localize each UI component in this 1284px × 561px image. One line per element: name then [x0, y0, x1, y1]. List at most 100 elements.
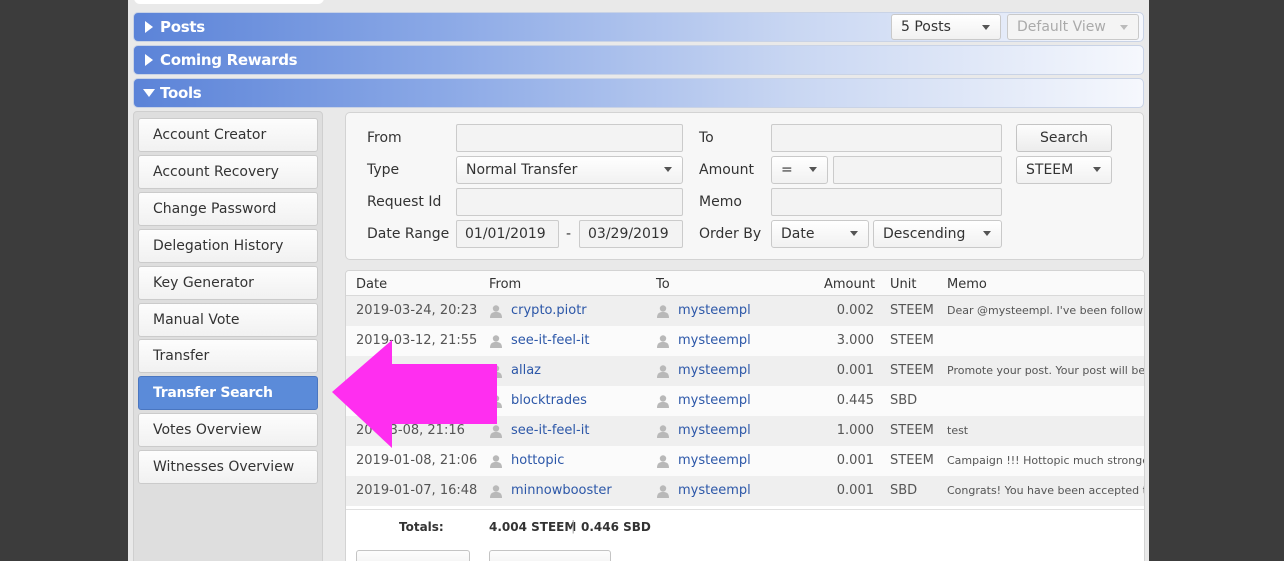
totals-row: Totals: 4.004 STEEM | 0.446 SBD — [346, 509, 1144, 545]
cell-from[interactable]: crypto.piotr — [511, 303, 587, 318]
cell-to[interactable]: mysteempl — [678, 333, 751, 348]
top-cap — [134, 0, 324, 4]
column-header-from[interactable]: From — [489, 277, 521, 292]
bottom-button-left[interactable] — [356, 550, 470, 561]
posts-count-select[interactable]: 5 Posts — [891, 14, 1001, 40]
memo-input[interactable] — [771, 188, 1002, 216]
cell-amount: 3.000 — [836, 333, 874, 348]
tools-sidebar: Account Creator Account Recovery Change … — [133, 111, 323, 561]
collapse-arrow-icon — [138, 89, 160, 97]
user-icon — [656, 304, 670, 318]
chevron-down-icon — [982, 25, 990, 30]
cell-memo: Dear @mysteempl. I've been following y — [947, 304, 1144, 317]
cell-amount: 0.002 — [836, 303, 874, 318]
cell-to[interactable]: mysteempl — [678, 483, 751, 498]
sidebar-item-account-recovery[interactable]: Account Recovery — [138, 155, 318, 189]
user-icon — [489, 304, 503, 318]
order-by-select[interactable]: Date — [771, 220, 869, 248]
sidebar-item-key-generator[interactable]: Key Generator — [138, 266, 318, 300]
view-select[interactable]: Default View — [1007, 14, 1139, 40]
posts-section-title: Posts — [160, 18, 205, 36]
from-input[interactable] — [456, 124, 683, 152]
chevron-down-icon — [1120, 25, 1128, 30]
table-row[interactable]: 2019-03-24, 20:23 crypto.piotr mysteempl 0.… — [346, 296, 1144, 326]
cell-from[interactable]: minnowbooster — [511, 483, 612, 498]
column-header-unit[interactable]: Unit — [890, 277, 916, 292]
order-by-label: Order By — [699, 226, 762, 242]
cell-amount: 0.001 — [836, 453, 874, 468]
search-button[interactable]: Search — [1016, 124, 1112, 152]
cell-memo: Campaign !!! Hottopic much stronger no — [947, 454, 1144, 467]
sidebar-item-account-creator[interactable]: Account Creator — [138, 118, 318, 152]
totals-separator: | — [571, 519, 576, 534]
type-select[interactable]: Normal Transfer — [456, 156, 683, 184]
totals-label: Totals: — [399, 520, 444, 534]
chevron-down-icon — [983, 231, 991, 236]
cell-memo: test — [947, 424, 969, 437]
cell-unit: STEEM — [890, 453, 934, 468]
order-direction-select[interactable]: Descending — [873, 220, 1002, 248]
request-id-input[interactable] — [456, 188, 683, 216]
transfer-search-form: From To Search Type Normal Transfer Amou… — [345, 112, 1144, 260]
totals-sbd: 0.446 SBD — [581, 520, 651, 534]
cell-to[interactable]: mysteempl — [678, 363, 751, 378]
amount-label: Amount — [699, 162, 755, 178]
column-header-memo[interactable]: Memo — [947, 277, 987, 292]
table-row[interactable]: 2019-01-07, 16:48 minnowbooster mysteempl 0… — [346, 476, 1144, 506]
app-page: Posts 5 Posts Default View Coming Reward… — [128, 0, 1149, 561]
user-icon — [489, 454, 503, 468]
cell-from[interactable]: see-it-feel-it — [511, 423, 589, 438]
column-header-to[interactable]: To — [656, 277, 670, 292]
table-header: Date From To Amount Unit Memo — [346, 271, 1144, 296]
sidebar-item-witnesses-overview[interactable]: Witnesses Overview — [138, 450, 318, 484]
expand-arrow-icon — [138, 54, 160, 66]
cell-memo: Congrats! You have been accepted to th — [947, 484, 1144, 497]
cell-unit: STEEM — [890, 333, 934, 348]
cell-unit: STEEM — [890, 363, 934, 378]
cell-amount: 1.000 — [836, 423, 874, 438]
coming-rewards-section-title: Coming Rewards — [160, 51, 298, 69]
cell-to[interactable]: mysteempl — [678, 303, 751, 318]
cell-to[interactable]: mysteempl — [678, 453, 751, 468]
user-icon — [656, 454, 670, 468]
user-icon — [656, 424, 670, 438]
sidebar-item-delegation-history[interactable]: Delegation History — [138, 229, 318, 263]
expand-arrow-icon — [138, 21, 160, 33]
cell-from[interactable]: hottopic — [511, 453, 564, 468]
cell-memo: Promote your post. Your post will be m — [947, 364, 1144, 377]
amount-input[interactable] — [833, 156, 1002, 184]
tools-section-header[interactable]: Tools — [133, 78, 1144, 108]
cell-amount: 0.001 — [836, 483, 874, 498]
type-label: Type — [367, 162, 400, 178]
cell-to[interactable]: mysteempl — [678, 423, 751, 438]
column-header-date[interactable]: Date — [356, 277, 387, 292]
user-icon — [656, 364, 670, 378]
chevron-down-icon — [850, 231, 858, 236]
cell-date: 2019-03-24, 20:23 — [356, 303, 478, 318]
amount-operator-select[interactable]: = — [771, 156, 828, 184]
sidebar-item-votes-overview[interactable]: Votes Overview — [138, 413, 318, 447]
date-to-input[interactable]: 03/29/2019 — [579, 220, 683, 248]
date-range-label: Date Range — [367, 226, 450, 242]
memo-label: Memo — [699, 194, 742, 210]
sidebar-item-transfer[interactable]: Transfer — [138, 339, 318, 373]
user-icon — [656, 484, 670, 498]
cell-amount: 0.001 — [836, 363, 874, 378]
date-from-input[interactable]: 01/01/2019 — [456, 220, 559, 248]
currency-select[interactable]: STEEM — [1016, 156, 1112, 184]
sidebar-item-manual-vote[interactable]: Manual Vote — [138, 303, 318, 337]
to-input[interactable] — [771, 124, 1002, 152]
column-header-amount[interactable]: Amount — [824, 277, 875, 292]
coming-rewards-section-header[interactable]: Coming Rewards — [133, 45, 1144, 75]
sidebar-item-transfer-search[interactable]: Transfer Search — [138, 376, 318, 410]
export-button[interactable] — [489, 550, 611, 561]
cell-from[interactable]: blocktrades — [511, 393, 587, 408]
to-label: To — [699, 130, 714, 146]
date-range-separator: - — [566, 226, 572, 242]
table-row[interactable]: 2019-01-08, 21:06 hottopic mysteempl 0.001 S… — [346, 446, 1144, 476]
sidebar-item-change-password[interactable]: Change Password — [138, 192, 318, 226]
cell-to[interactable]: mysteempl — [678, 393, 751, 408]
cell-date: 2019-01-08, 21:06 — [356, 453, 478, 468]
cell-from[interactable]: see-it-feel-it — [511, 333, 589, 348]
cell-from[interactable]: allaz — [511, 363, 541, 378]
